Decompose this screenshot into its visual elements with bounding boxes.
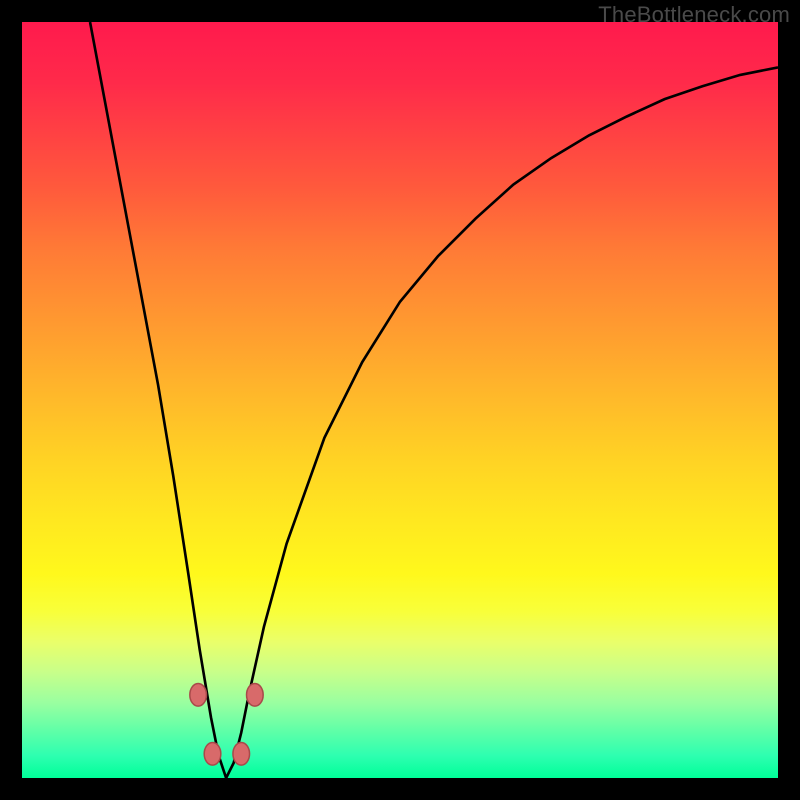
dot-left-lower — [204, 742, 221, 765]
dot-left-upper — [190, 684, 207, 707]
bottleneck-curve-svg — [22, 22, 778, 778]
watermark-text: TheBottleneck.com — [598, 2, 790, 28]
bottleneck-curve — [90, 22, 778, 778]
chart-plot-area — [22, 22, 778, 778]
dot-right-lower — [233, 742, 250, 765]
curve-markers — [190, 684, 263, 766]
dot-right-upper — [247, 684, 264, 707]
